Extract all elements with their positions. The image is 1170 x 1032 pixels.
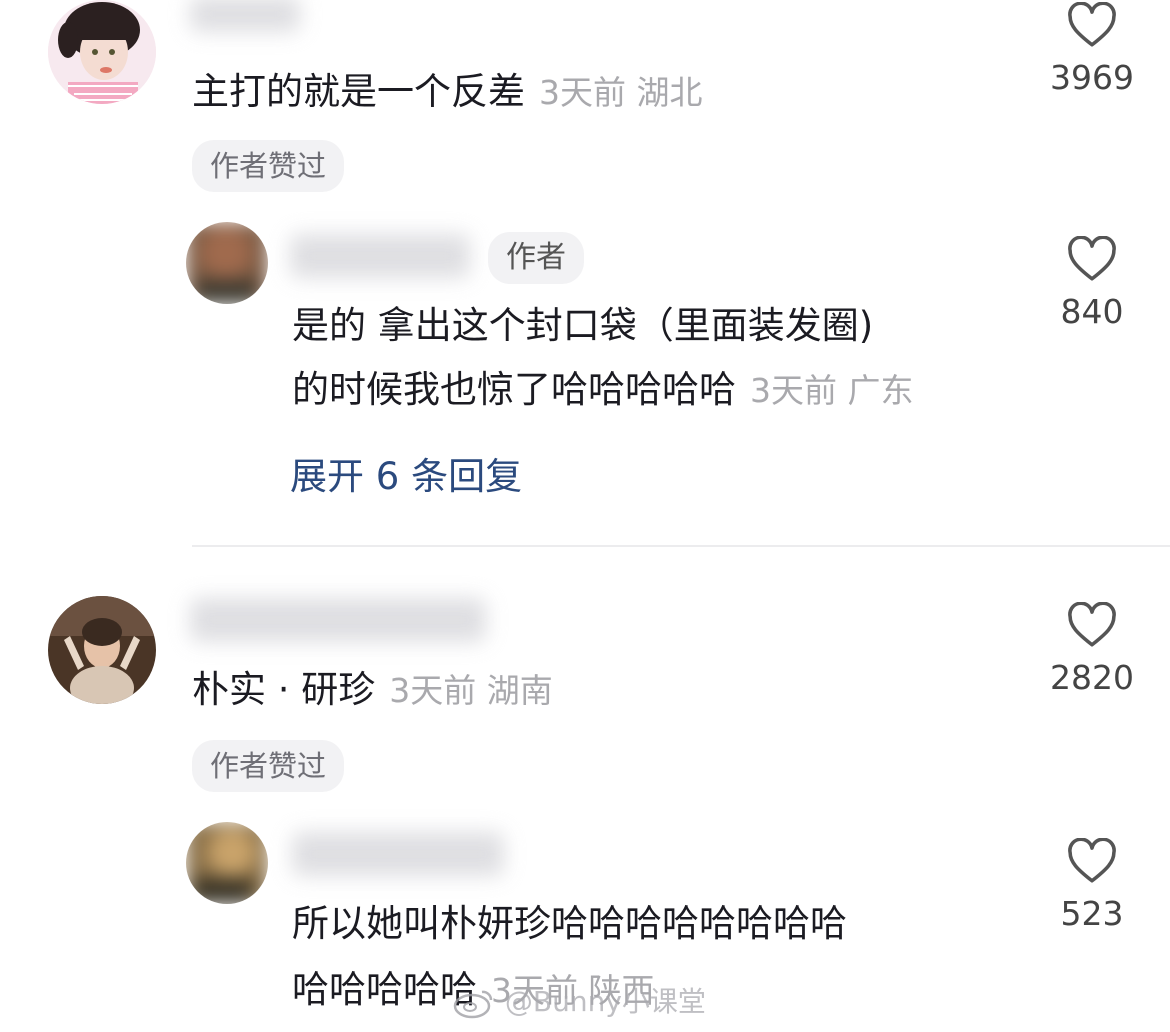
- watermark-text: @Bunny小课堂: [504, 985, 706, 1018]
- avatar-illustration: [48, 0, 156, 104]
- reply-time: 3天前: [750, 371, 837, 410]
- reply-text-line: 所以她叫朴妍珍哈哈哈哈哈哈哈哈: [292, 902, 847, 945]
- avatar-image: [48, 596, 156, 704]
- like-button[interactable]: 3969: [1040, 2, 1144, 97]
- comment-text: 主打的就是一个反差 3天前 湖北: [192, 60, 703, 125]
- comment-location: 湖北: [636, 73, 703, 112]
- comment-meta: 3天前 湖北: [539, 73, 703, 112]
- username-blurred[interactable]: [190, 598, 486, 642]
- watermark: @Bunny小课堂: [452, 980, 706, 1020]
- username-blurred[interactable]: [190, 0, 300, 32]
- reply-text-line: 是的 拿出这个封口袋（里面装发圈): [292, 304, 874, 347]
- expand-replies-link[interactable]: 展开 6 条回复: [290, 446, 522, 500]
- author-liked-badge: 作者赞过: [192, 140, 345, 192]
- avatar[interactable]: [48, 596, 156, 704]
- heart-outline-icon: [1068, 838, 1116, 883]
- like-count: 2820: [1050, 658, 1134, 697]
- username-blurred[interactable]: [292, 832, 504, 876]
- avatar[interactable]: [186, 822, 268, 904]
- like-button[interactable]: 840: [1040, 236, 1144, 331]
- like-button[interactable]: 523: [1040, 838, 1144, 933]
- comment-meta: 3天前 湖南: [389, 671, 553, 710]
- heart-outline-icon: [1068, 236, 1116, 281]
- reply-location: 广东: [847, 371, 914, 410]
- author-tag: 作者: [488, 232, 584, 284]
- like-button[interactable]: 2820: [1040, 602, 1144, 697]
- comment-location: 湖南: [486, 671, 553, 710]
- avatar-image: [186, 222, 268, 304]
- author-liked-badge: 作者赞过: [192, 740, 345, 792]
- avatar-image: [186, 822, 268, 904]
- reply-content: 的时候我也惊了哈哈哈哈哈: [292, 368, 736, 411]
- heart-outline-icon: [1068, 2, 1116, 47]
- like-count: 840: [1060, 292, 1124, 331]
- avatar[interactable]: [48, 0, 156, 104]
- comment-time: 3天前: [389, 671, 477, 710]
- comment-text: 朴实 · 研珍 3天前 湖南: [192, 658, 553, 723]
- comment-time: 3天前: [539, 73, 626, 112]
- heart-outline-icon: [1068, 602, 1116, 647]
- reply-text-line: 的时候我也惊了哈哈哈哈哈 3天前 广东: [292, 358, 914, 423]
- username-blurred[interactable]: [290, 234, 470, 278]
- reply-content: 哈哈哈哈哈: [292, 968, 477, 1011]
- comment-content: 朴实 · 研珍: [192, 668, 376, 711]
- like-count: 3969: [1050, 58, 1134, 97]
- avatar[interactable]: [186, 222, 268, 304]
- divider: [192, 545, 1170, 547]
- reply-meta: 3天前 广东: [750, 371, 914, 410]
- like-count: 523: [1060, 894, 1124, 933]
- weibo-logo-icon: [453, 990, 493, 1019]
- comment-content: 主打的就是一个反差: [192, 70, 525, 113]
